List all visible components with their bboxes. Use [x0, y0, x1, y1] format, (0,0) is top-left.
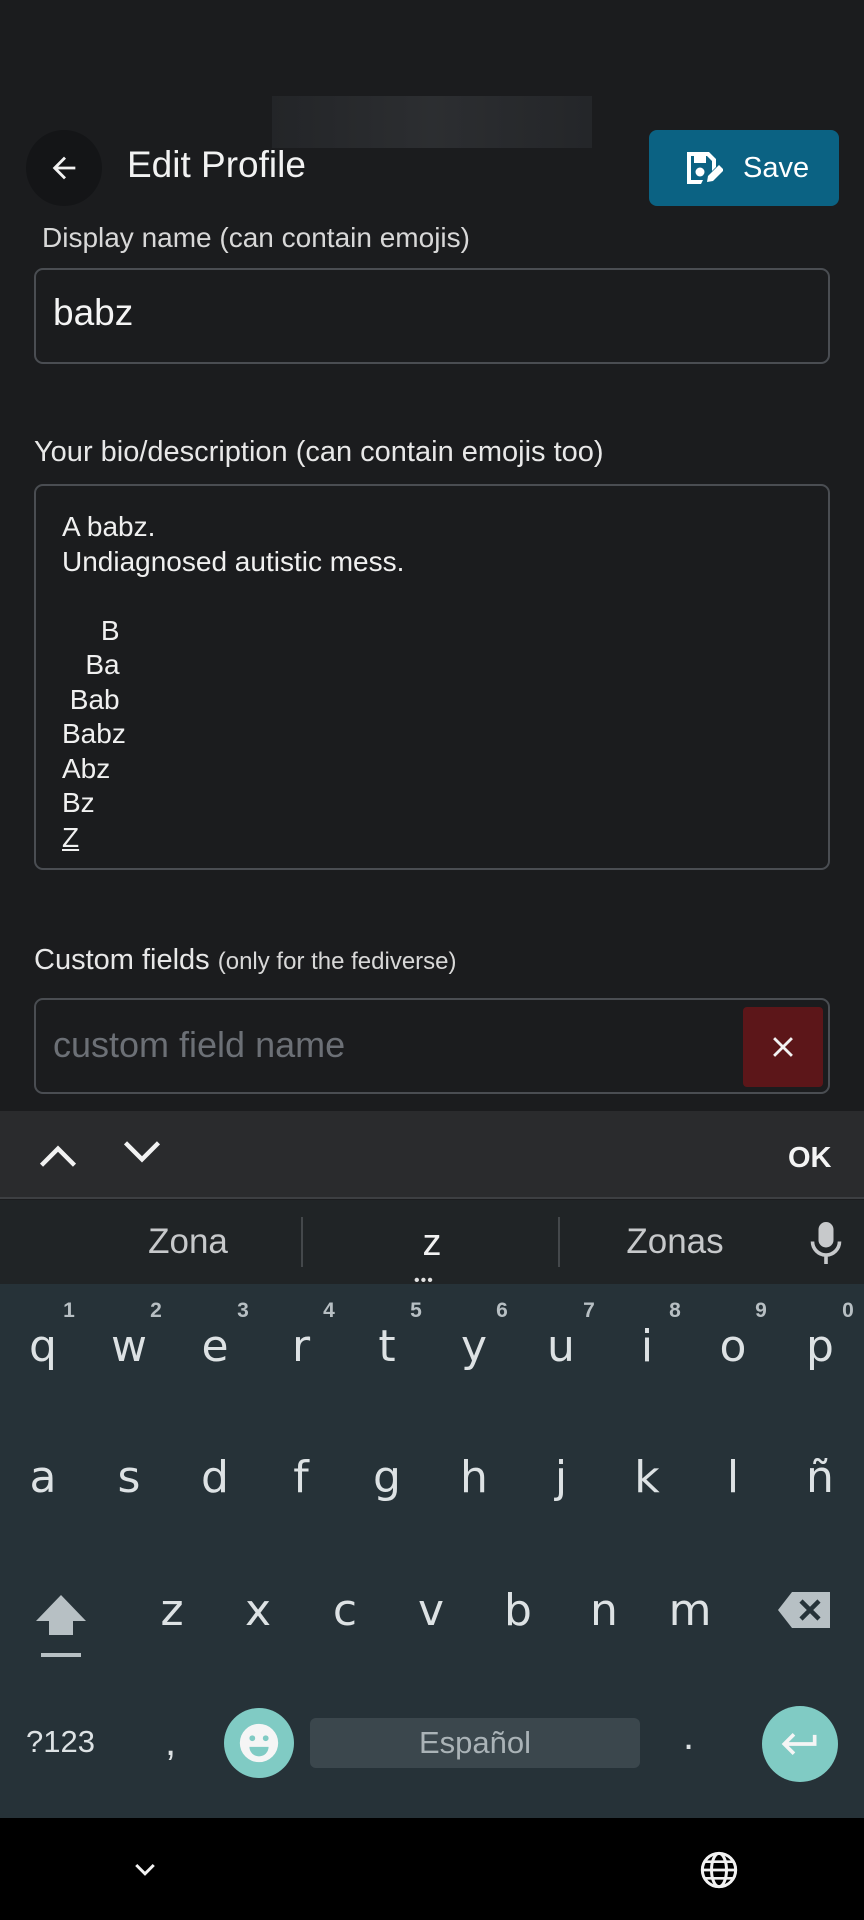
key-hint: 4 — [323, 1299, 335, 1322]
profile-banner-strip — [272, 96, 592, 148]
chevron-up-icon[interactable] — [36, 1134, 80, 1178]
chevron-down-icon[interactable] — [130, 1855, 160, 1885]
bio-line: B — [62, 614, 120, 646]
bio-line: Bz — [62, 787, 95, 818]
key-hint: 8 — [669, 1299, 681, 1322]
key-c[interactable]: c — [302, 1585, 388, 1636]
backspace-icon[interactable] — [776, 1590, 832, 1630]
save-edit-icon — [687, 152, 723, 184]
key-hint: 7 — [583, 1299, 595, 1322]
bio-line-composing: Z — [62, 821, 80, 853]
remove-field-button[interactable] — [743, 1007, 823, 1087]
back-button[interactable] — [26, 130, 102, 206]
key-b[interactable]: b — [475, 1585, 561, 1636]
shift-icon[interactable] — [32, 1589, 90, 1659]
display-name-label: Display name (can contain emojis) — [42, 222, 470, 253]
page-title: Edit Profile — [127, 144, 306, 185]
key-hint: 2 — [150, 1299, 162, 1322]
key-hint: 6 — [496, 1299, 508, 1322]
key-n[interactable]: n — [561, 1585, 647, 1636]
save-button[interactable]: Save — [649, 130, 839, 206]
ok-button[interactable]: OK — [788, 1142, 832, 1175]
globe-icon[interactable] — [699, 1850, 739, 1890]
key-k[interactable]: k — [604, 1452, 690, 1503]
space-key[interactable]: Español — [310, 1718, 640, 1768]
microphone-icon[interactable] — [808, 1220, 844, 1266]
key-l[interactable]: l — [690, 1452, 776, 1503]
key-h[interactable]: h — [431, 1452, 517, 1503]
key-period[interactable]: . — [683, 1714, 694, 1759]
custom-fields-sublabel: (only for the fediverse) — [217, 948, 457, 975]
key-w[interactable]: w — [86, 1321, 172, 1372]
symbols-key[interactable]: ?123 — [26, 1724, 95, 1760]
suggestion-divider — [301, 1217, 303, 1267]
key-f[interactable]: f — [258, 1452, 344, 1503]
custom-fields-title: Custom fields — [34, 944, 210, 976]
key-x[interactable]: x — [215, 1585, 301, 1636]
key-m[interactable]: m — [647, 1585, 733, 1636]
key-r[interactable]: r — [258, 1321, 344, 1372]
suggestion-item[interactable]: Zonas — [600, 1222, 750, 1262]
key-hint: 9 — [755, 1299, 767, 1322]
enter-key[interactable] — [762, 1706, 838, 1782]
emoji-icon — [239, 1723, 279, 1763]
bio-label: Your bio/description (can contain emojis… — [34, 436, 604, 468]
key-y[interactable]: y — [431, 1321, 517, 1372]
key-o[interactable]: o — [690, 1321, 776, 1372]
key-j[interactable]: j — [518, 1452, 604, 1503]
custom-field-name-input[interactable]: custom field name — [34, 998, 830, 1094]
key-u[interactable]: u — [518, 1321, 604, 1372]
bio-line: Abz — [62, 752, 111, 784]
suggestion-divider — [558, 1217, 560, 1267]
bio-line: A babz. — [62, 511, 156, 542]
key-g[interactable]: g — [344, 1452, 430, 1503]
display-name-input[interactable]: babz — [34, 268, 830, 364]
key-t[interactable]: t — [344, 1321, 430, 1372]
key-hint: 3 — [237, 1299, 249, 1322]
bio-line: Ba — [62, 649, 120, 680]
key-d[interactable]: d — [172, 1452, 258, 1503]
suggestion-item-current[interactable]: z — [382, 1222, 482, 1265]
key-i[interactable]: i — [604, 1321, 690, 1372]
key-comma[interactable]: , — [165, 1720, 176, 1765]
key-a[interactable]: a — [0, 1452, 86, 1503]
bio-line: Bab — [62, 683, 120, 715]
key-s[interactable]: s — [86, 1452, 172, 1503]
key-z[interactable]: z — [129, 1585, 215, 1636]
arrow-left-icon — [52, 156, 76, 180]
suggestion-item[interactable]: Zona — [112, 1222, 264, 1262]
key-e[interactable]: e — [172, 1321, 258, 1372]
key-v[interactable]: v — [388, 1585, 474, 1636]
key-hint: 5 — [410, 1299, 422, 1322]
key-p[interactable]: p — [777, 1321, 863, 1372]
bio-line: Undiagnosed autistic mess. — [62, 545, 405, 577]
key-q[interactable]: q — [0, 1321, 86, 1372]
bio-line: Babz — [62, 718, 126, 749]
bio-line — [62, 579, 802, 614]
close-icon — [773, 1037, 793, 1057]
save-button-label: Save — [743, 151, 810, 184]
key-n-tilde[interactable]: ñ — [777, 1452, 863, 1503]
enter-icon — [781, 1733, 817, 1755]
emoji-key[interactable] — [224, 1708, 294, 1778]
key-hint: 0 — [842, 1299, 854, 1322]
bio-textarea[interactable]: A babz. Undiagnosed autistic mess. B Ba B… — [34, 484, 830, 870]
custom-fields-label: Custom fields (only for the fediverse) — [34, 944, 457, 977]
chevron-down-icon[interactable] — [120, 1130, 164, 1174]
key-hint: 1 — [63, 1299, 75, 1322]
